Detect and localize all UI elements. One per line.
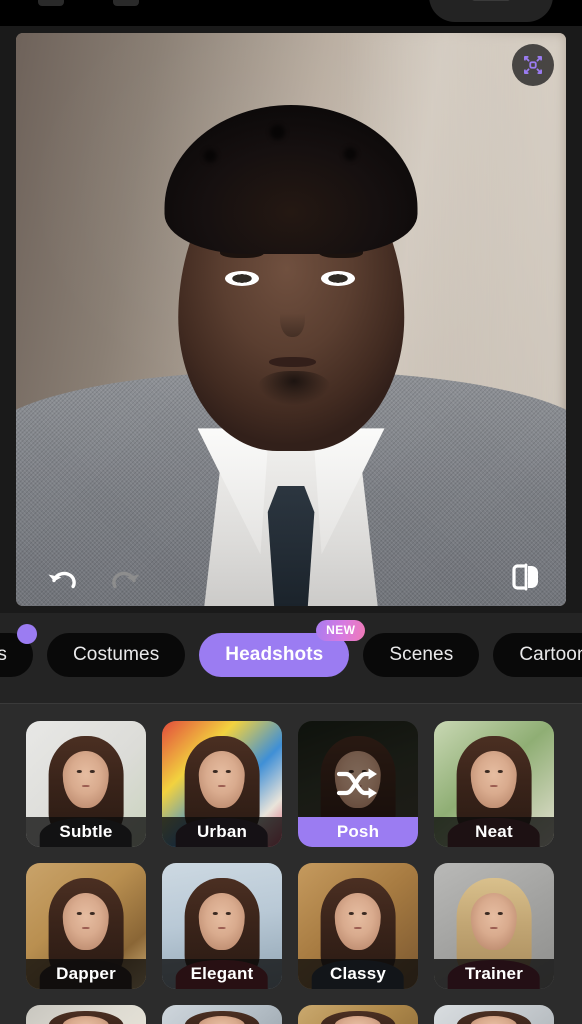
tab-label: elfies bbox=[0, 644, 7, 665]
topbar-pill-right[interactable] bbox=[429, 0, 553, 22]
photo-mouth bbox=[269, 356, 316, 368]
tab-label: Cartoon bbox=[519, 644, 582, 665]
style-tile-classy[interactable]: Classy bbox=[298, 863, 418, 989]
photo-canvas bbox=[0, 26, 582, 613]
redo-button[interactable] bbox=[104, 558, 148, 598]
style-tile-posh[interactable]: Posh bbox=[298, 721, 418, 847]
photo-nose bbox=[280, 296, 305, 337]
style-label-bar: Elegant bbox=[162, 959, 282, 989]
style-thumbnail bbox=[434, 1005, 554, 1024]
tab-cartoons[interactable]: Cartoon bbox=[493, 633, 582, 677]
portrait-face bbox=[62, 750, 110, 809]
style-label: Trainer bbox=[464, 964, 524, 983]
style-label-bar: Trainer bbox=[434, 959, 554, 989]
portrait-face bbox=[198, 892, 246, 951]
category-tab-row: elfies Costumes Headshots NEW Scenes Car… bbox=[0, 620, 582, 677]
style-label: Classy bbox=[329, 964, 387, 983]
portrait-figure bbox=[48, 1010, 124, 1024]
tab-label: Scenes bbox=[389, 644, 454, 665]
style-tile-trainer[interactable]: Trainer bbox=[434, 863, 554, 989]
style-tile-row3-3[interactable] bbox=[298, 1005, 418, 1024]
topbar-stub-left bbox=[38, 0, 64, 6]
style-label-bar: Posh bbox=[298, 817, 418, 847]
style-label: Posh bbox=[336, 822, 380, 841]
style-label-bar: Urban bbox=[162, 817, 282, 847]
shuffle-icon bbox=[336, 768, 377, 799]
photo-eye-left bbox=[225, 270, 260, 286]
category-tab-bar[interactable]: elfies Costumes Headshots NEW Scenes Car… bbox=[0, 613, 582, 703]
style-tile-dapper[interactable]: Dapper bbox=[26, 863, 146, 989]
style-label-bar: Classy bbox=[298, 959, 418, 989]
notification-dot-icon bbox=[16, 624, 37, 644]
style-tile-neat[interactable]: Neat bbox=[434, 721, 554, 847]
photo-tool-row bbox=[16, 548, 566, 606]
expand-fullscreen-button[interactable] bbox=[512, 44, 554, 86]
portrait-figure bbox=[184, 1010, 260, 1024]
photo-eye-right bbox=[321, 270, 356, 286]
style-label: Subtle bbox=[59, 822, 113, 841]
portrait-face bbox=[470, 892, 518, 951]
topbar-stub-mid bbox=[113, 0, 139, 6]
app-root: elfies Costumes Headshots NEW Scenes Car… bbox=[0, 0, 582, 1024]
undo-button[interactable] bbox=[40, 558, 84, 598]
tab-label: Headshots bbox=[225, 644, 324, 665]
redo-arrow-icon bbox=[112, 571, 140, 589]
top-system-bar bbox=[0, 0, 582, 26]
style-tile-row3-4[interactable] bbox=[434, 1005, 554, 1024]
compare-before-after-button[interactable] bbox=[504, 556, 548, 598]
portrait-figure bbox=[320, 1010, 396, 1024]
portrait-face bbox=[470, 750, 518, 809]
portrait-face bbox=[198, 750, 246, 809]
tab-headshots[interactable]: Headshots NEW bbox=[199, 620, 366, 677]
portrait-face bbox=[334, 892, 382, 951]
style-grid: Subtle Urban Posh Neat Dapper Elegant Cl… bbox=[26, 721, 554, 1024]
style-tile-urban[interactable]: Urban bbox=[162, 721, 282, 847]
edited-photo[interactable] bbox=[16, 33, 566, 606]
tab-scenes[interactable]: Scenes bbox=[363, 633, 480, 677]
style-label: Urban bbox=[196, 822, 248, 841]
before-after-compare-icon bbox=[512, 563, 538, 591]
style-label-bar: Subtle bbox=[26, 817, 146, 847]
style-tile-subtle[interactable]: Subtle bbox=[26, 721, 146, 847]
style-thumbnail bbox=[298, 1005, 418, 1024]
style-thumbnail bbox=[26, 1005, 146, 1024]
photo-hair bbox=[164, 104, 418, 254]
portrait-figure bbox=[456, 1010, 532, 1024]
style-label: Neat bbox=[475, 822, 513, 841]
style-tile-elegant[interactable]: Elegant bbox=[162, 863, 282, 989]
tab-costumes[interactable]: Costumes bbox=[46, 633, 186, 677]
style-tile-row3-2[interactable] bbox=[162, 1005, 282, 1024]
style-thumbnail bbox=[162, 1005, 282, 1024]
photo-beard bbox=[258, 371, 330, 406]
style-label-bar: Neat bbox=[434, 817, 554, 847]
expand-fullscreen-icon bbox=[524, 56, 542, 74]
portrait-face bbox=[62, 892, 110, 951]
style-grid-panel[interactable]: Subtle Urban Posh Neat Dapper Elegant Cl… bbox=[0, 703, 582, 1024]
style-label: Dapper bbox=[56, 964, 116, 983]
tab-selfies[interactable]: elfies bbox=[0, 624, 37, 677]
new-badge: NEW bbox=[316, 620, 366, 641]
style-label: Elegant bbox=[190, 964, 254, 983]
style-label-bar: Dapper bbox=[26, 959, 146, 989]
undo-arrow-icon bbox=[48, 571, 76, 589]
tab-label: Costumes bbox=[72, 644, 160, 665]
style-tile-row3-1[interactable] bbox=[26, 1005, 146, 1024]
